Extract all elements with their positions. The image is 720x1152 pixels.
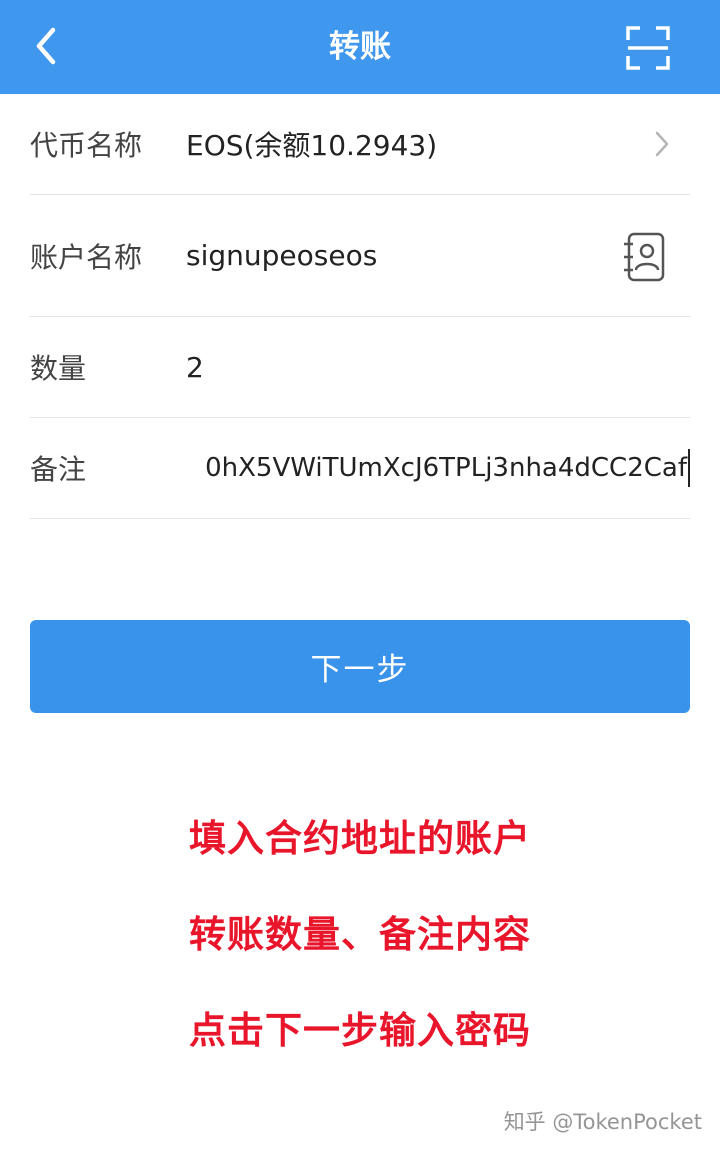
chevron-right-icon (654, 94, 670, 194)
next-step-button[interactable]: 下一步 (30, 620, 690, 713)
address-book-button[interactable] (622, 231, 666, 283)
memo-text: 0hX5VWiTUmXcJ6TPLj3nha4dCC2Caf (205, 453, 687, 483)
top-app-bar: 转账 (0, 0, 720, 94)
text-cursor (688, 449, 690, 487)
instruction-line-2: 转账数量、备注内容 (189, 913, 531, 956)
watermark: 知乎 @TokenPocket (503, 1110, 702, 1134)
chevron-left-icon (36, 27, 56, 65)
memo-row: 备注 0hX5VWiTUmXcJ6TPLj3nha4dCC2Caf (30, 418, 690, 519)
amount-label: 数量 (30, 352, 87, 385)
account-input[interactable] (186, 195, 626, 316)
scan-icon (626, 26, 670, 70)
token-label: 代币名称 (30, 129, 143, 162)
token-value: EOS(余额10.2943) (186, 129, 438, 162)
token-select-row[interactable]: 代币名称 EOS(余额10.2943) (30, 94, 690, 195)
amount-row: 数量 (30, 317, 690, 418)
account-label: 账户名称 (30, 240, 143, 274)
account-row: 账户名称 (30, 195, 690, 317)
amount-input[interactable] (186, 317, 626, 417)
memo-label: 备注 (30, 453, 87, 486)
scan-button[interactable] (620, 20, 676, 76)
instruction-line-3: 点击下一步输入密码 (189, 1009, 531, 1052)
page-title: 转账 (329, 29, 391, 65)
back-button[interactable] (20, 20, 72, 72)
memo-input[interactable]: 0hX5VWiTUmXcJ6TPLj3nha4dCC2Caf (186, 418, 690, 518)
instruction-line-1: 填入合约地址的账户 (189, 817, 531, 860)
contacts-icon (624, 232, 665, 282)
